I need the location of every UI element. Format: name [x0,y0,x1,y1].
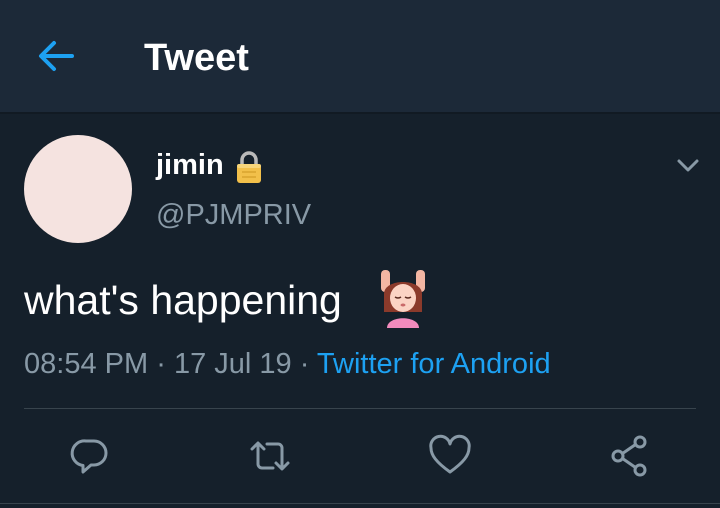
tweet-meta: 08:54 PM · 17 Jul 19 · Twitter for Andro… [24,346,551,382]
author-display-name[interactable]: jimin [156,148,224,182]
tweet-time: 08:54 PM [24,348,149,380]
share-icon[interactable] [606,432,654,480]
back-arrow-icon[interactable] [36,38,76,74]
tweet-detail-screen: Tweet jimin @PJMPRIV what's happening 08… [0,0,720,508]
reply-icon[interactable] [66,432,114,480]
tweet-text: what's happening [24,277,342,323]
tweet-source-link[interactable]: Twitter for Android [317,348,551,380]
author-handle[interactable]: @PJMPRIV [156,198,311,232]
retweet-icon[interactable] [246,432,294,480]
page-title: Tweet [144,37,249,79]
meta-separator: · [299,348,310,380]
meta-separator: · [156,348,166,380]
divider [24,408,696,409]
divider [0,503,720,504]
tweet-date: 17 Jul 19 [173,348,292,380]
massage-emoji-icon [378,268,428,328]
top-bar: Tweet [0,0,720,114]
avatar[interactable] [24,135,132,243]
chevron-down-icon[interactable] [672,154,704,178]
heart-icon[interactable] [426,432,474,480]
lock-icon [234,150,264,184]
